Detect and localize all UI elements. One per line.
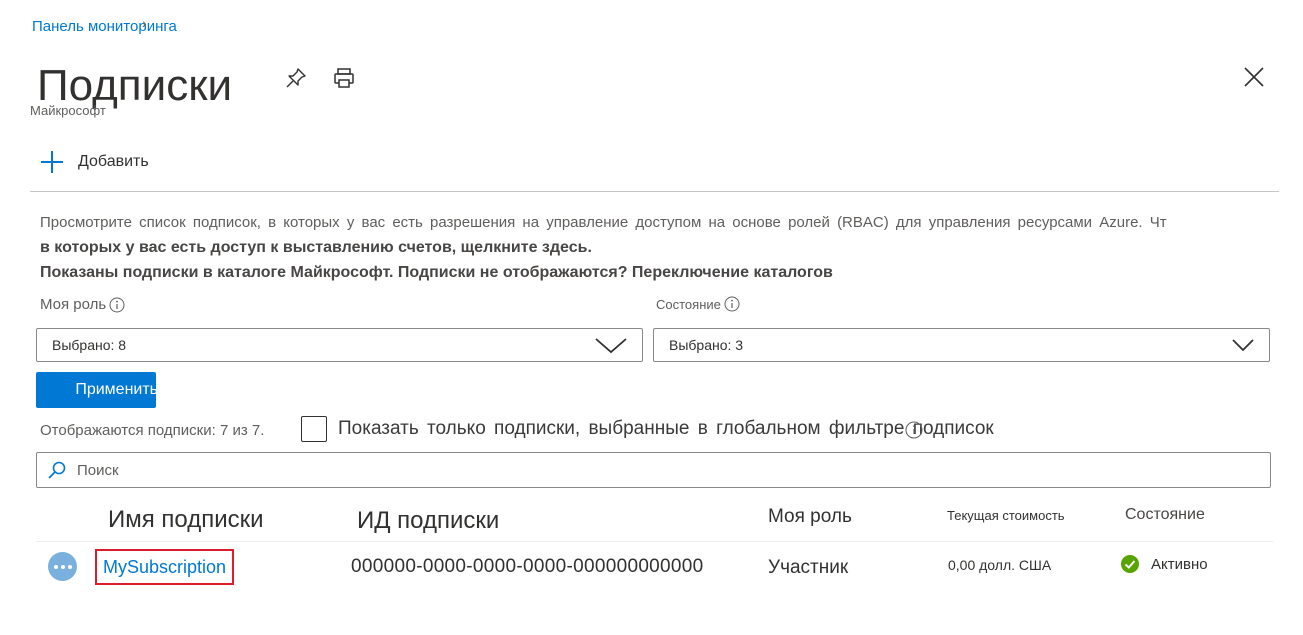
info-icon[interactable] — [109, 297, 125, 313]
search-icon — [48, 461, 66, 479]
directory-info-link[interactable]: Показаны подписки в каталоге Майкрософт.… — [40, 264, 833, 282]
chevron-down-icon — [1232, 339, 1254, 352]
state-filter-label-text: Состояние — [656, 296, 721, 312]
column-header-role[interactable]: Моя роль — [768, 506, 852, 528]
global-filter-label: Показать только подписки, выбранные в гл… — [338, 418, 994, 439]
subscription-name-link[interactable]: MySubscription — [95, 549, 235, 585]
info-icon[interactable] — [724, 296, 740, 312]
description-text: Просмотрите список подписок, в которых у… — [40, 214, 1167, 231]
state-filter-label: Состояние — [656, 296, 740, 312]
subscription-count: Отображаются подписки: 7 из 7. — [40, 422, 265, 439]
more-actions-icon[interactable] — [48, 552, 77, 581]
printer-icon[interactable] — [330, 64, 358, 92]
info-icon[interactable] — [905, 421, 923, 439]
page-subtitle: Майкрософт — [30, 103, 106, 118]
column-header-state[interactable]: Состояние — [1125, 506, 1205, 524]
role-dropdown[interactable]: Выбрано: 8 — [36, 328, 643, 362]
add-button[interactable]: Добавить — [40, 150, 149, 174]
role-filter-label-text: Моя роль — [40, 296, 107, 313]
subscription-id: 000000-0000-0000-0000-000000000000 — [351, 556, 704, 577]
billing-access-link[interactable]: в которых у вас есть доступ к выставлени… — [40, 239, 592, 257]
breadcrumb-link-dashboard[interactable]: Панель мониторинга — [32, 18, 177, 35]
subscription-role: Участник — [768, 557, 849, 578]
state-dropdown[interactable]: Выбрано: 3 — [653, 328, 1270, 362]
column-header-name[interactable]: Имя подписки — [108, 506, 264, 534]
apply-button[interactable]: Применить — [36, 372, 158, 408]
search-placeholder: Поиск — [77, 461, 119, 479]
close-icon[interactable] — [1240, 63, 1268, 91]
state-dropdown-value: Выбрано: 3 — [669, 337, 744, 353]
search-input[interactable]: Поиск — [36, 452, 1271, 488]
global-filter-checkbox[interactable] — [301, 416, 327, 442]
column-header-id[interactable]: ИД подписки — [357, 507, 499, 535]
check-circle-icon — [1121, 555, 1139, 573]
subscription-state-label: Активно — [1151, 555, 1208, 573]
breadcrumb[interactable]: Панель мониторинга › — [32, 15, 177, 35]
plus-icon — [41, 151, 63, 173]
subscription-cost: 0,00 долл. США — [948, 557, 1052, 573]
chevron-right-icon: › — [142, 15, 147, 31]
toolbar-divider — [30, 191, 1279, 192]
role-filter-label: Моя роль — [40, 296, 125, 313]
apply-label: Применить — [75, 381, 158, 398]
table-header-divider — [36, 541, 1273, 542]
add-label: Добавить — [78, 153, 149, 170]
pin-icon[interactable] — [282, 64, 310, 92]
subscription-state: Активно — [1121, 555, 1208, 573]
chevron-down-icon — [595, 338, 627, 354]
column-header-cost[interactable]: Текущая стоимость — [947, 508, 1065, 523]
role-dropdown-value: Выбрано: 8 — [52, 337, 127, 353]
